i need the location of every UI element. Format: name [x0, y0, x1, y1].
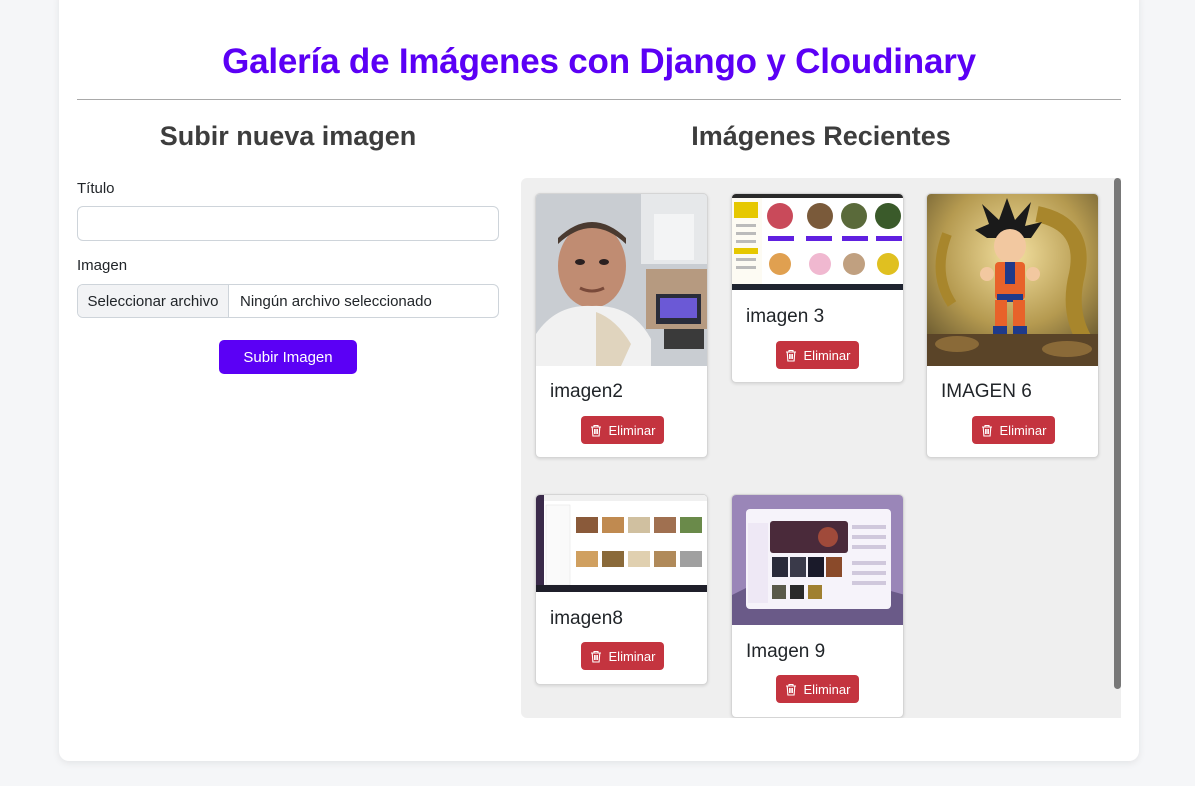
card-thumbnail-image[interactable] — [536, 495, 707, 592]
card-title: imagen8 — [550, 608, 623, 629]
image-label: Imagen — [77, 257, 128, 274]
delete-label: Eliminar — [999, 422, 1047, 438]
trash-icon — [785, 349, 796, 362]
card-title: IMAGEN 6 — [941, 381, 1032, 402]
card-thumbnail-image[interactable] — [732, 495, 903, 625]
bakery-website-screenshot — [732, 194, 903, 290]
file-status-text: Ningún archivo seleccionado — [240, 292, 432, 310]
card-title: imagen2 — [550, 381, 623, 402]
card-title: imagen 3 — [746, 306, 825, 327]
delete-label: Eliminar — [803, 681, 851, 697]
title-input[interactable] — [77, 206, 499, 241]
image-card: imagen8 Eliminar — [535, 494, 708, 685]
trash-icon — [590, 650, 601, 663]
delete-label: Eliminar — [803, 347, 851, 363]
delete-button[interactable]: Eliminar — [776, 675, 859, 703]
goku-dragon-artwork — [927, 194, 1098, 366]
delete-button[interactable]: Eliminar — [972, 416, 1055, 444]
card-title: Imagen 9 — [746, 641, 826, 662]
delete-label: Eliminar — [608, 648, 656, 664]
file-input[interactable]: Seleccionar archivo Ningún archivo selec… — [77, 284, 499, 318]
select-file-button[interactable]: Seleccionar archivo — [78, 285, 229, 317]
main-container: Galería de Imágenes con Django y Cloudin… — [59, 0, 1139, 761]
image-card: Imagen 9 Eliminar — [731, 494, 904, 718]
image-card: imagen2 Eliminar — [535, 193, 708, 458]
page-title: Galería de Imágenes con Django y Cloudin… — [222, 42, 976, 81]
image-card: imagen 3 Eliminar — [731, 193, 904, 383]
card-thumbnail-image[interactable] — [927, 194, 1098, 366]
delete-button[interactable]: Eliminar — [581, 642, 664, 670]
title-divider — [77, 99, 1121, 100]
trash-icon — [981, 424, 992, 437]
gallery-scrollbar[interactable] — [1113, 178, 1121, 718]
music-app-screenshot — [732, 495, 903, 625]
scrollbar-thumb[interactable] — [1114, 178, 1121, 689]
upload-section-title: Subir nueva imagen — [159, 121, 417, 151]
upload-submit-button[interactable]: Subir Imagen — [219, 340, 357, 374]
card-thumbnail-image[interactable] — [732, 194, 903, 290]
delete-button[interactable]: Eliminar — [776, 341, 859, 369]
food-gallery-screenshot — [536, 495, 707, 592]
title-label: Título — [77, 180, 115, 197]
delete-button[interactable]: Eliminar — [581, 416, 664, 444]
selfie-photo — [536, 194, 707, 366]
card-thumbnail-image[interactable] — [536, 194, 707, 366]
image-card: IMAGEN 6 Eliminar — [926, 193, 1099, 458]
gallery-scroll-area[interactable]: imagen2 Eliminar imagen 3 Eliminar IMAGE… — [521, 178, 1121, 718]
delete-label: Eliminar — [608, 422, 656, 438]
recent-images-title: Imágenes Recientes — [691, 121, 951, 151]
trash-icon — [785, 683, 796, 696]
trash-icon — [590, 424, 601, 437]
